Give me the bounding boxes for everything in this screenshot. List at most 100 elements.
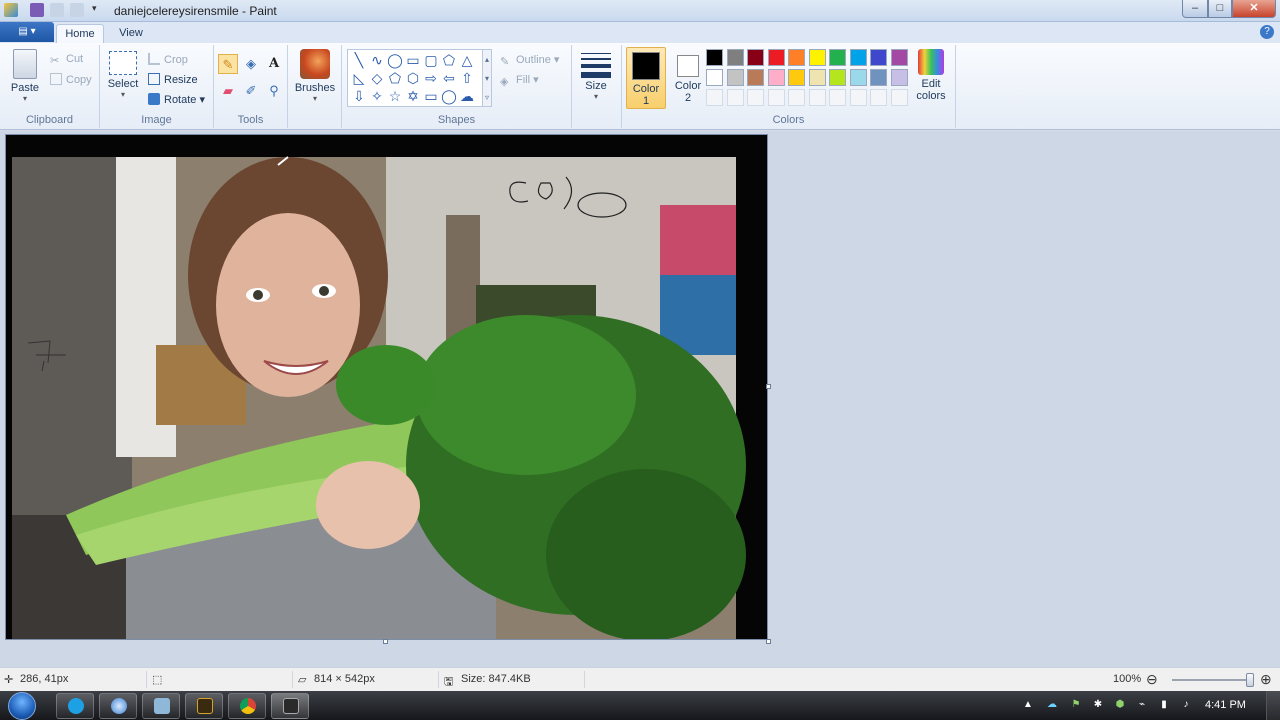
cut-button[interactable]: ✂ Cut: [50, 53, 83, 67]
color-picker-icon[interactable]: ✐: [241, 81, 261, 101]
tray-app-icon-5[interactable]: ⌁: [1136, 699, 1148, 711]
oval-shape-icon[interactable]: ◯: [386, 51, 404, 69]
color-swatch[interactable]: [747, 49, 764, 66]
color-swatch[interactable]: [726, 69, 744, 86]
minimize-button[interactable]: –: [1182, 0, 1208, 18]
color1-button[interactable]: Color 1: [626, 47, 666, 109]
taskbar-clock[interactable]: 4:41 PM: [1205, 699, 1246, 711]
show-desktop-button[interactable]: [1266, 691, 1280, 720]
help-icon[interactable]: ?: [1260, 25, 1274, 39]
pentagon-shape-icon[interactable]: ⬠: [386, 69, 404, 87]
resize-handle-corner[interactable]: [766, 639, 771, 644]
tab-home[interactable]: Home: [56, 24, 104, 43]
curve-shape-icon[interactable]: ∿: [368, 51, 386, 69]
network-signal-icon[interactable]: ▮: [1158, 699, 1170, 711]
close-button[interactable]: ✕: [1232, 0, 1276, 18]
taskbar-media-player[interactable]: [185, 693, 223, 719]
taskbar-network[interactable]: [142, 693, 180, 719]
show-hidden-icons[interactable]: ▲: [1022, 699, 1034, 711]
color-swatch[interactable]: [808, 69, 826, 86]
taskbar-chrome[interactable]: [228, 693, 266, 719]
color-swatch[interactable]: [788, 69, 805, 86]
custom-color-slot[interactable]: [870, 89, 887, 106]
resize-handle-bottom[interactable]: [383, 639, 388, 644]
magnifier-icon[interactable]: ⚲: [264, 81, 284, 101]
drawing-canvas[interactable]: [5, 134, 768, 640]
triangle-shape-icon[interactable]: △: [458, 51, 476, 69]
outline-button[interactable]: ✎ Outline ▾: [500, 53, 559, 68]
fill-button[interactable]: ◈ Fill ▾: [500, 73, 539, 88]
volume-icon[interactable]: ♪: [1180, 699, 1192, 711]
color-swatch[interactable]: [870, 49, 887, 66]
right-triangle-shape-icon[interactable]: ◺: [350, 69, 368, 87]
custom-color-slot[interactable]: [726, 89, 744, 106]
resize-button[interactable]: Resize: [148, 73, 198, 86]
crop-button[interactable]: Crop: [148, 53, 188, 66]
tray-app-icon-3[interactable]: ✱: [1092, 699, 1104, 711]
diamond-shape-icon[interactable]: ◇: [368, 69, 386, 87]
color-swatch[interactable]: [726, 49, 744, 66]
custom-color-slot[interactable]: [849, 89, 867, 106]
five-point-star-shape-icon[interactable]: ☆: [386, 87, 404, 105]
edit-colors-button[interactable]: Edit colors: [910, 49, 952, 102]
color-swatch[interactable]: [829, 49, 846, 66]
color2-button[interactable]: Color 2: [668, 47, 708, 109]
eraser-icon[interactable]: ▰: [218, 81, 238, 101]
four-point-star-shape-icon[interactable]: ✧: [368, 87, 386, 105]
fill-icon[interactable]: ◈: [241, 54, 261, 74]
zoom-slider-track[interactable]: [1172, 679, 1252, 681]
copy-button[interactable]: Copy: [50, 73, 92, 86]
right-arrow-shape-icon[interactable]: ⇨: [422, 69, 440, 87]
line-shape-icon[interactable]: ╲: [350, 51, 368, 69]
size-button[interactable]: Size ▾: [578, 51, 614, 101]
taskbar-itunes[interactable]: [99, 693, 137, 719]
custom-color-slot[interactable]: [706, 89, 723, 106]
taskbar-paint[interactable]: [271, 693, 309, 719]
rect-callout-shape-icon[interactable]: ▭: [422, 87, 440, 105]
start-button[interactable]: [8, 692, 36, 720]
color-swatch[interactable]: [829, 69, 846, 86]
color-swatch[interactable]: [788, 49, 805, 66]
custom-color-slot[interactable]: [890, 89, 908, 106]
resize-handle-right[interactable]: [766, 384, 771, 389]
paste-button[interactable]: Paste ▾: [6, 49, 44, 103]
zoom-slider-thumb[interactable]: [1246, 673, 1254, 687]
cloud-callout-shape-icon[interactable]: ☁: [458, 87, 476, 105]
color-swatch[interactable]: [849, 69, 867, 86]
text-icon[interactable]: A: [264, 54, 284, 74]
maximize-button[interactable]: □: [1208, 0, 1232, 18]
taskbar-skype[interactable]: [56, 693, 94, 719]
down-arrow-shape-icon[interactable]: ⇩: [350, 87, 368, 105]
pencil-icon[interactable]: ✎: [218, 54, 238, 74]
polygon-shape-icon[interactable]: ⬠: [440, 51, 458, 69]
rotate-button[interactable]: Rotate ▾: [148, 93, 205, 106]
left-arrow-shape-icon[interactable]: ⇦: [440, 69, 458, 87]
color-swatch[interactable]: [767, 69, 785, 86]
tray-app-icon-4[interactable]: ⬢: [1114, 699, 1126, 711]
color-swatch[interactable]: [767, 49, 785, 66]
rounded-rectangle-shape-icon[interactable]: ▢: [422, 51, 440, 69]
zoom-out-button[interactable]: ⊖: [1146, 671, 1158, 688]
color-swatch[interactable]: [870, 69, 887, 86]
tray-app-icon-2[interactable]: ⚑: [1070, 699, 1082, 711]
color-swatch[interactable]: [849, 49, 867, 66]
color-swatch[interactable]: [747, 69, 764, 86]
shapes-scroll[interactable]: ▴ ▾ ▿: [482, 49, 492, 107]
custom-color-slot[interactable]: [767, 89, 785, 106]
color-swatch[interactable]: [808, 49, 826, 66]
brushes-button[interactable]: Brushes ▾: [292, 49, 338, 103]
color-swatch[interactable]: [706, 69, 723, 86]
custom-color-slot[interactable]: [808, 89, 826, 106]
custom-color-slot[interactable]: [788, 89, 805, 106]
paint-menu-button[interactable]: ▤ ▾: [0, 22, 54, 42]
select-button[interactable]: Select ▾: [106, 51, 140, 99]
oval-callout-shape-icon[interactable]: ◯: [440, 87, 458, 105]
hexagon-shape-icon[interactable]: ⬡: [404, 69, 422, 87]
custom-color-slot[interactable]: [829, 89, 846, 106]
six-point-star-shape-icon[interactable]: ✡: [404, 87, 422, 105]
color-swatch[interactable]: [890, 49, 908, 66]
color-swatch[interactable]: [706, 49, 723, 66]
canvas-workspace[interactable]: [0, 131, 1280, 667]
up-arrow-shape-icon[interactable]: ⇧: [458, 69, 476, 87]
tab-view[interactable]: View: [110, 24, 152, 43]
